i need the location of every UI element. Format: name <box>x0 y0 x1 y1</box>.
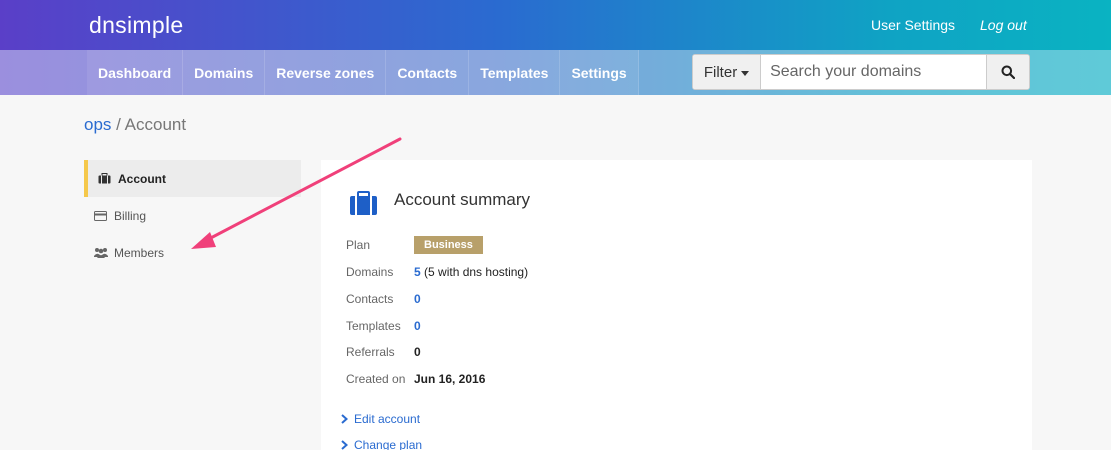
account-sidebar: Account Billing Members <box>84 160 301 271</box>
chevron-right-icon <box>341 414 348 424</box>
tab-domains[interactable]: Domains <box>183 50 266 95</box>
edit-account-link[interactable]: Edit account <box>341 412 420 426</box>
tab-reverse-zones[interactable]: Reverse zones <box>265 50 387 95</box>
breadcrumb-account-link[interactable]: ops <box>84 115 111 134</box>
search-button[interactable] <box>986 55 1029 89</box>
filter-label: Filter <box>703 63 738 81</box>
plan-label: Plan <box>346 238 371 252</box>
sidebar-item-label: Members <box>114 245 165 260</box>
breadcrumb-current: Account <box>124 115 187 134</box>
domains-extra: (5 with dns hosting) <box>424 265 529 279</box>
referrals-label: Referrals <box>346 345 395 359</box>
edit-account-label: Edit account <box>354 412 421 426</box>
referrals-value: 0 <box>414 345 421 359</box>
templates-count-link[interactable]: 0 <box>414 319 421 333</box>
logout-link[interactable]: Log out <box>980 17 1027 33</box>
account-summary-title: Account summary <box>394 190 531 209</box>
breadcrumb-separator: / <box>111 115 125 134</box>
credit-card-icon <box>94 210 108 222</box>
tab-settings[interactable]: Settings <box>560 50 639 95</box>
plan-badge: Business <box>414 236 483 254</box>
briefcase-icon <box>98 173 112 185</box>
sidebar-item-label: Billing <box>114 208 147 223</box>
contacts-label: Contacts <box>346 292 394 306</box>
sidebar-item-billing[interactable]: Billing <box>84 197 301 234</box>
tab-templates[interactable]: Templates <box>469 50 561 95</box>
sidebar-item-label: Account <box>118 171 166 186</box>
user-settings-link[interactable]: User Settings <box>871 17 955 33</box>
domains-value: 5 (5 with dns hosting) <box>414 265 528 279</box>
chevron-right-icon <box>341 440 348 450</box>
filter-dropdown-button[interactable]: Filter <box>693 55 762 89</box>
created-on-label: Created on <box>346 372 406 386</box>
briefcase-icon <box>350 191 377 220</box>
caret-down-icon <box>741 70 750 76</box>
sidebar-item-members[interactable]: Members <box>84 234 301 271</box>
domains-label: Domains <box>346 265 394 279</box>
created-on-value: Jun 16, 2016 <box>414 372 486 386</box>
tab-contacts[interactable]: Contacts <box>386 50 470 95</box>
breadcrumb: ops / Account <box>84 115 186 135</box>
nav-tabs: Dashboard Domains Reverse zones Contacts… <box>87 50 639 95</box>
change-plan-label: Change plan <box>354 438 423 450</box>
dnsimple-logo[interactable]: dnsimple <box>89 12 183 39</box>
change-plan-link[interactable]: Change plan <box>341 438 422 450</box>
tab-dashboard[interactable]: Dashboard <box>87 50 184 95</box>
users-icon <box>94 247 108 259</box>
top-header: dnsimple User Settings Log out <box>0 0 1111 50</box>
domains-count-link[interactable]: 5 <box>414 265 421 279</box>
sidebar-item-account[interactable]: Account <box>84 160 301 197</box>
search-icon <box>1001 65 1016 79</box>
contacts-count-link[interactable]: 0 <box>414 292 421 306</box>
search-input[interactable] <box>761 55 987 89</box>
templates-label: Templates <box>346 319 401 333</box>
domain-search: Filter <box>692 54 1030 90</box>
